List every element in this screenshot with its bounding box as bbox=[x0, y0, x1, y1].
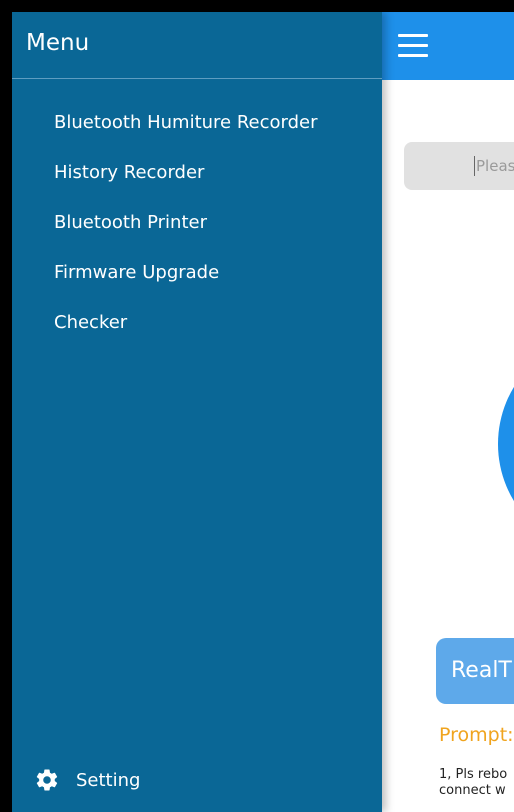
navigation-drawer: Menu Bluetooth Humiture Recorder History… bbox=[12, 12, 382, 812]
device-search-input[interactable]: Pleas bbox=[404, 142, 514, 190]
prompt-line-2: connect w bbox=[439, 783, 506, 798]
prompt-line-1: 1, Pls rebo bbox=[439, 767, 508, 782]
setting-button[interactable]: Setting bbox=[34, 760, 140, 800]
drawer-header: Menu bbox=[12, 12, 382, 79]
prompt-title: Prompt: bbox=[439, 724, 514, 746]
menu-item-history-recorder[interactable]: History Recorder bbox=[12, 148, 382, 198]
hamburger-icon[interactable] bbox=[398, 32, 430, 60]
search-placeholder: Pleas bbox=[476, 157, 514, 175]
app-screen: Pleas RealT Prompt: 1, Pls rebo connect … bbox=[12, 12, 514, 812]
menu-item-bluetooth-humiture-recorder[interactable]: Bluetooth Humiture Recorder bbox=[12, 98, 382, 148]
menu-item-bluetooth-printer[interactable]: Bluetooth Printer bbox=[12, 198, 382, 248]
drawer-menu-list: Bluetooth Humiture Recorder History Reco… bbox=[12, 98, 382, 348]
realtime-button-label: RealT bbox=[451, 658, 512, 683]
drawer-title: Menu bbox=[26, 30, 90, 56]
menu-item-firmware-upgrade[interactable]: Firmware Upgrade bbox=[12, 248, 382, 298]
text-caret bbox=[474, 156, 475, 176]
menu-item-checker[interactable]: Checker bbox=[12, 298, 382, 348]
setting-label: Setting bbox=[76, 769, 141, 791]
status-circle[interactable] bbox=[498, 334, 514, 554]
prompt-text: 1, Pls rebo connect w bbox=[439, 767, 507, 799]
realtime-button[interactable]: RealT bbox=[436, 638, 514, 704]
gear-icon bbox=[36, 769, 58, 791]
